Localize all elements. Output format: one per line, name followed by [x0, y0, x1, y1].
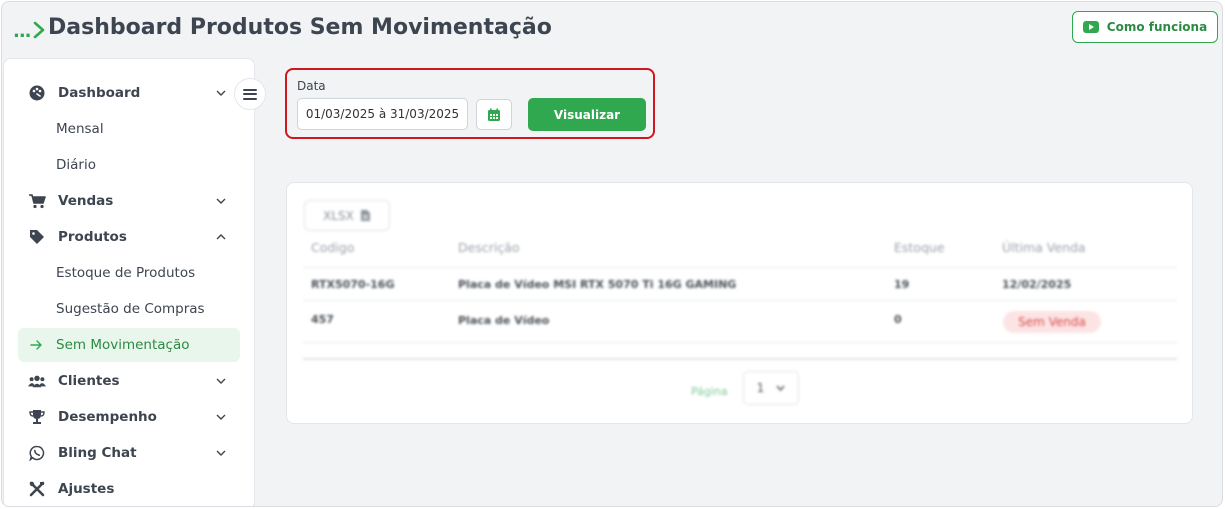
row-divider — [303, 300, 1177, 301]
status-badge: Sem Venda — [1003, 311, 1101, 333]
export-xlsx-button[interactable]: XLSX — [304, 200, 390, 231]
column-header-descricao[interactable]: Descrição — [458, 240, 520, 255]
page-title: Dashboard Produtos Sem Movimentação — [48, 15, 552, 40]
chevron-up-icon — [216, 234, 226, 240]
whatsapp-icon — [29, 445, 45, 461]
calendar-button[interactable] — [476, 99, 512, 130]
table-cell-ultima-venda: 12/02/2025 — [1002, 278, 1072, 291]
chevron-right-icon — [33, 21, 45, 39]
date-filter-panel: Data 01/03/2025 à 31/03/2025 Visualizar — [285, 68, 655, 139]
sidebar-item-label: Estoque de Produtos — [56, 265, 196, 281]
table-cell-descricao: Placa de Vídeo MSI RTX 5070 Ti 16G GAMIN… — [458, 278, 737, 291]
date-range-input[interactable]: 01/03/2025 à 31/03/2025 — [297, 98, 468, 130]
sidebar-item-sem-movimentacao[interactable]: Sem Movimentação — [18, 328, 240, 362]
sidebar-item-desempenho[interactable]: Desempenho — [18, 400, 240, 434]
tag-icon — [30, 230, 44, 244]
chevron-down-icon — [216, 414, 226, 420]
date-label: Data — [297, 79, 326, 93]
sidebar-item-label: Bling Chat — [58, 445, 137, 461]
tools-icon — [29, 481, 45, 497]
sidebar-item-label: Sem Movimentação — [56, 337, 190, 353]
table-cell-descricao: Placa de Vídeo — [458, 314, 550, 327]
sidebar-item-label: Ajustes — [58, 481, 115, 497]
sidebar-item-sugestao-compras[interactable]: Sugestão de Compras — [18, 292, 240, 326]
results-card: XLSX Codigo Descrição Estoque Última Ven… — [286, 182, 1193, 424]
page-header: ... Dashboard Produtos Sem Movimentação … — [2, 2, 1222, 58]
trophy-icon — [29, 410, 45, 424]
sidebar-item-produtos[interactable]: Produtos — [18, 220, 240, 254]
sidebar-item-label: Mensal — [56, 121, 104, 137]
table-cell-codigo: 457 — [311, 313, 334, 326]
palette-icon — [29, 85, 45, 101]
column-header-estoque[interactable]: Estoque — [894, 240, 945, 255]
sidebar-item-label: Desempenho — [58, 409, 157, 425]
sidebar-item-ajustes[interactable]: Ajustes — [18, 472, 240, 506]
chevron-down-icon — [216, 450, 226, 456]
sidebar: Dashboard Mensal Diário Vendas Produtos — [3, 58, 255, 506]
view-button[interactable]: Visualizar — [528, 98, 646, 131]
sidebar-item-clientes[interactable]: Clientes — [18, 364, 240, 398]
sidebar-item-estoque-produtos[interactable]: Estoque de Produtos — [18, 256, 240, 290]
row-divider — [303, 267, 1177, 268]
row-divider — [303, 342, 1177, 343]
table-cell-codigo: RTX5070-16G — [311, 278, 395, 291]
breadcrumb-dots[interactable]: ... — [13, 21, 31, 42]
sidebar-toggle-button[interactable] — [234, 78, 266, 110]
sidebar-item-mensal[interactable]: Mensal — [18, 112, 240, 146]
sidebar-item-label: Sugestão de Compras — [56, 301, 205, 317]
column-header-codigo[interactable]: Codigo — [311, 240, 354, 255]
chevron-down-icon — [216, 378, 226, 384]
chevron-down-icon — [216, 90, 226, 96]
column-header-ultima-venda[interactable]: Última Venda — [1002, 240, 1086, 255]
sidebar-item-dashboard[interactable]: Dashboard — [18, 76, 240, 110]
sidebar-item-label: Clientes — [58, 373, 120, 389]
export-xlsx-label: XLSX — [323, 208, 354, 223]
sidebar-item-diario[interactable]: Diário — [18, 148, 240, 182]
sidebar-item-bling-chat[interactable]: Bling Chat — [18, 436, 240, 470]
page-select[interactable]: 1 — [743, 371, 799, 405]
menu-icon — [243, 88, 257, 100]
table-footer-divider — [303, 358, 1177, 360]
date-range-value: 01/03/2025 à 31/03/2025 — [305, 107, 460, 121]
sidebar-item-label: Produtos — [58, 229, 127, 245]
file-icon — [360, 210, 370, 221]
sidebar-item-vendas[interactable]: Vendas — [18, 184, 240, 218]
cart-icon — [29, 194, 46, 209]
youtube-play-icon — [1082, 21, 1099, 33]
how-it-works-button[interactable]: Como funciona — [1072, 11, 1218, 43]
sidebar-item-label: Vendas — [58, 193, 114, 209]
chevron-down-icon — [776, 385, 785, 391]
sidebar-item-label: Diário — [56, 157, 96, 173]
page-value: 1 — [756, 381, 765, 395]
app-frame: ... Dashboard Produtos Sem Movimentação … — [1, 1, 1223, 507]
table-cell-estoque: 0 — [894, 313, 902, 326]
calendar-icon — [488, 108, 500, 121]
pager-label: Página — [691, 385, 728, 398]
arrow-right-icon — [30, 340, 42, 350]
sidebar-item-label: Dashboard — [58, 85, 141, 101]
how-it-works-label: Como funciona — [1106, 20, 1208, 34]
users-icon — [28, 375, 46, 388]
chevron-down-icon — [216, 198, 226, 204]
table-cell-estoque: 19 — [894, 278, 910, 291]
